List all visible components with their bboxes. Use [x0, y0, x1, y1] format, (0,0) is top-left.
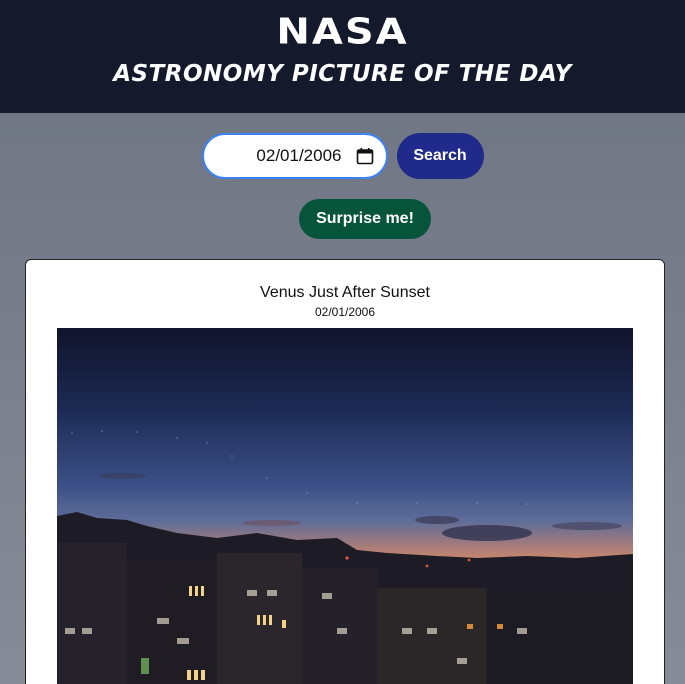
date-input[interactable]: 02/01/2006: [201, 133, 388, 179]
search-row: 02/01/2006 Search: [0, 133, 685, 179]
site-header: NASA ASTRONOMY PICTURE OF THE DAY: [0, 0, 685, 113]
page-subtitle: ASTRONOMY PICTURE OF THE DAY: [113, 61, 572, 87]
surprise-button[interactable]: Surprise me!: [299, 199, 431, 239]
apod-title: Venus Just After Sunset: [260, 284, 430, 301]
brand-logo: NASA: [276, 11, 409, 53]
calendar-icon[interactable]: [356, 147, 374, 165]
search-button[interactable]: Search: [396, 133, 484, 179]
apod-date: 02/01/2006: [314, 305, 376, 319]
apod-image: [57, 328, 633, 684]
apod-card: Venus Just After Sunset 02/01/2006: [25, 259, 665, 684]
date-input-value: 02/01/2006: [256, 146, 342, 165]
